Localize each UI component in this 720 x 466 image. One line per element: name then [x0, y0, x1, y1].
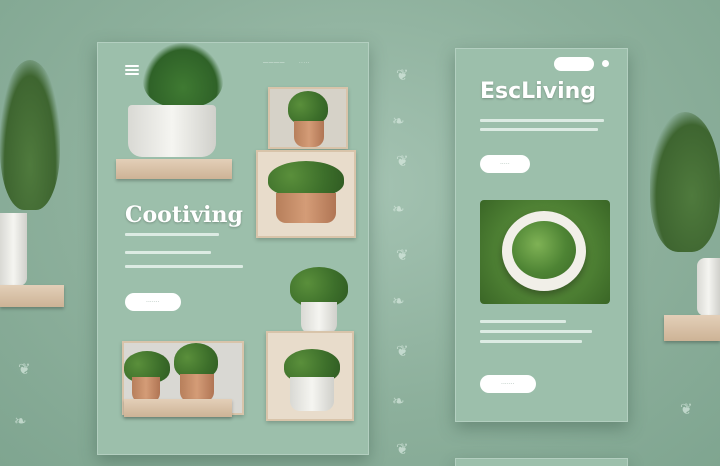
leaf-doodle-icon: ❦	[680, 401, 693, 418]
white-pot-right	[697, 258, 720, 316]
moss	[512, 221, 576, 279]
text-line	[125, 233, 219, 236]
right-mockup-card: EscLiving ····· ·······	[455, 48, 628, 422]
wood-shelf-left	[0, 285, 64, 307]
terracotta-pot	[180, 374, 214, 402]
page-title: EscLiving	[480, 79, 597, 104]
text-line	[480, 119, 604, 122]
white-pot	[290, 377, 334, 411]
wood-shelf	[116, 159, 232, 179]
menu-icon[interactable]	[125, 65, 139, 75]
leaf-doodle-icon: ❦	[396, 67, 409, 84]
search-pill[interactable]	[554, 57, 594, 71]
leaf-doodle-icon: ❦	[396, 343, 409, 360]
leaf-doodle-icon: ❧	[392, 201, 405, 218]
next-card-peek	[455, 458, 628, 466]
cta-button-bottom[interactable]: ·······	[480, 375, 536, 393]
leaf-doodle-icon: ❧	[392, 393, 405, 410]
cta-button[interactable]: ·······	[125, 293, 181, 311]
leaf-doodle-icon: ❧	[14, 413, 27, 430]
text-line	[480, 320, 566, 323]
text-line	[480, 330, 592, 333]
left-mockup-card: ———— ····· Cootiving ·······	[97, 42, 369, 455]
terracotta-pot	[294, 121, 324, 147]
nav-link[interactable]: ————	[263, 60, 285, 66]
leaf-doodle-icon: ❦	[396, 153, 409, 170]
status-dot	[602, 60, 609, 67]
terracotta-pot	[276, 193, 336, 223]
plant-leaves	[143, 43, 223, 107]
text-line	[125, 265, 243, 268]
leaf-doodle-icon: ❧	[392, 113, 405, 130]
nav-link[interactable]: ·····	[299, 60, 310, 66]
fern-leaves-right	[650, 112, 720, 252]
white-planter	[128, 105, 216, 157]
leaf-doodle-icon: ❦	[18, 361, 31, 378]
plant-leaves	[268, 161, 344, 197]
white-pot-left	[0, 213, 27, 286]
cta-button-top[interactable]: ·····	[480, 155, 530, 173]
text-line	[125, 251, 211, 254]
leaf-doodle-icon: ❦	[396, 247, 409, 264]
wood-shelf	[124, 399, 232, 417]
wood-shelf-right	[664, 315, 720, 341]
plant-leaves	[290, 267, 348, 307]
plant-leaves	[288, 91, 328, 125]
leaf-doodle-icon: ❦	[396, 441, 409, 458]
text-line	[480, 340, 582, 343]
moss-bowl-image	[480, 200, 610, 304]
fern-leaves-left	[0, 60, 60, 210]
text-line	[480, 128, 598, 131]
white-pot	[301, 302, 337, 334]
ceramic-bowl	[502, 211, 586, 291]
nav-links: ———— ·····	[263, 60, 310, 66]
page-title: Cootiving	[125, 202, 243, 228]
leaf-doodle-icon: ❧	[392, 293, 405, 310]
